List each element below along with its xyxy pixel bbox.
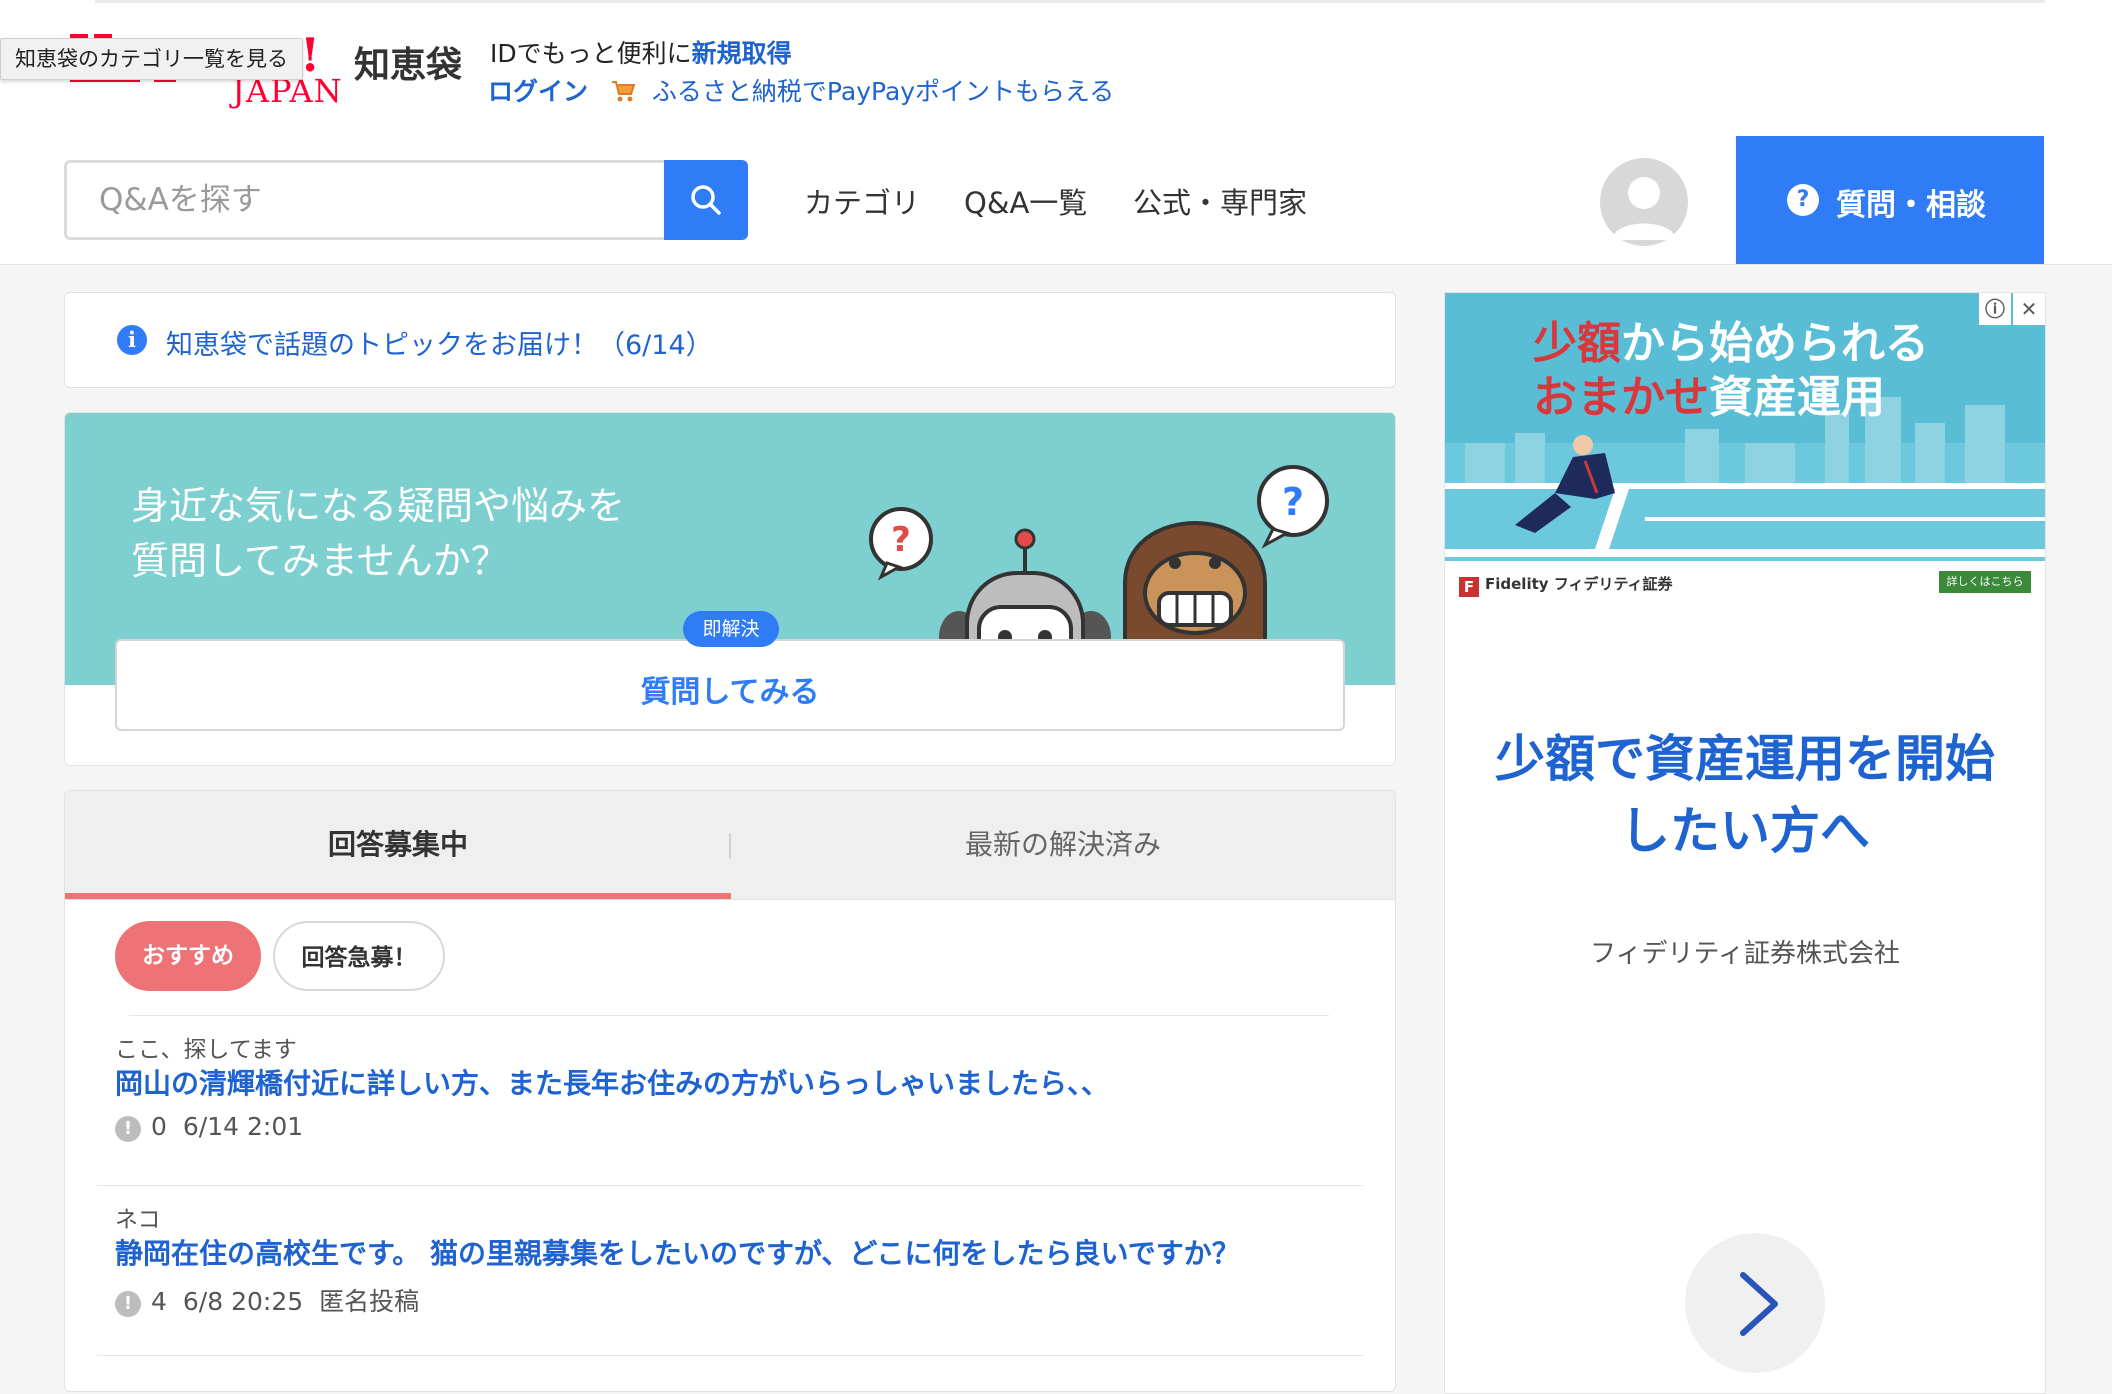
ad-title[interactable]: 少額で資産運用を開始 したい方へ bbox=[1445, 723, 2045, 867]
tab-active-indicator bbox=[65, 893, 731, 899]
question-category[interactable]: ここ、探してます bbox=[115, 1030, 297, 1064]
nav-bar: カテゴリ Q&A一覧 公式・専門家 ? 質問・相談 bbox=[0, 136, 2112, 265]
login-link[interactable]: ログイン bbox=[488, 77, 588, 106]
question-meta: ! 4 6/8 20:25 匿名投稿 bbox=[115, 1282, 419, 1318]
cart-icon bbox=[610, 78, 636, 104]
ad-headline-rest-1: から始められる bbox=[1621, 318, 1929, 369]
question-meta: ! 0 6/14 2:01 bbox=[115, 1112, 303, 1142]
qa-list-card: 回答募集中 最新の解決済み おすすめ 回答急募！ ここ、探してます 岡山の清輝橋… bbox=[64, 790, 1396, 1392]
furusato-link[interactable]: ふるさと納税でPayPayポイントもらえる bbox=[652, 77, 1114, 106]
avatar[interactable] bbox=[1600, 158, 1688, 246]
nav-category[interactable]: カテゴリ bbox=[804, 180, 920, 222]
ad-brand-text: Fidelity フィデリティ証券 bbox=[1485, 575, 1673, 593]
signup-link[interactable]: 新規取得 bbox=[692, 39, 792, 68]
qa-tabs: 回答募集中 最新の解決済み bbox=[65, 791, 1395, 900]
login-row: ログイン ふるさと納税でPayPayポイントもらえる bbox=[488, 72, 1114, 108]
category-tooltip: 知恵袋のカテゴリ一覧を見る bbox=[0, 38, 303, 80]
anonymous-label: 匿名投稿 bbox=[319, 1287, 420, 1316]
question-date: 6/8 20:25 bbox=[182, 1287, 304, 1316]
question-category[interactable]: ネコ bbox=[115, 1200, 161, 1234]
user-icon bbox=[1612, 177, 1676, 240]
svg-text:?: ? bbox=[891, 520, 911, 560]
tab-open-questions[interactable]: 回答募集中 bbox=[65, 791, 731, 899]
id-promo-text: IDでもっと便利に bbox=[490, 39, 692, 68]
question-title[interactable]: 静岡在住の高校生です。 猫の里親募集をしたいのですが、どこに何をしたら良いですか… bbox=[115, 1232, 1240, 1272]
search-button[interactable] bbox=[664, 160, 748, 240]
item-divider bbox=[97, 1355, 1363, 1356]
ad-headline-red-2: おまかせ bbox=[1533, 372, 1709, 423]
try-asking-label: 質問してみる bbox=[640, 675, 820, 710]
ad-info-icon[interactable]: ⓘ bbox=[1979, 293, 2011, 325]
chevron-right-icon bbox=[1740, 1272, 1778, 1336]
chip-urgent[interactable]: 回答急募！ bbox=[273, 921, 445, 991]
instant-solve-badge: 即解決 bbox=[683, 611, 779, 647]
nav-qa-list[interactable]: Q&A一覧 bbox=[964, 180, 1087, 222]
info-icon: i bbox=[117, 325, 147, 355]
notice-link[interactable]: 知恵袋で話題のトピックをお届け！（6/14） bbox=[166, 323, 713, 362]
nav-official-experts[interactable]: 公式・専門家 bbox=[1133, 180, 1307, 222]
svg-text:?: ? bbox=[1282, 480, 1304, 524]
ad-close-icon[interactable]: ✕ bbox=[2013, 293, 2045, 325]
ad-company: フィデリティ証券株式会社 bbox=[1590, 939, 1900, 969]
search-box bbox=[64, 160, 748, 240]
search-icon bbox=[691, 185, 721, 215]
chiebukuro-logo[interactable]: 知恵袋 bbox=[354, 36, 462, 88]
answer-count: 4 bbox=[151, 1287, 167, 1316]
hero-text: 身近な気になる疑問や悩みを 質問してみませんか？ bbox=[131, 484, 626, 583]
answer-count: 0 bbox=[151, 1112, 167, 1141]
ad-brand: F Fidelity フィデリティ証券 bbox=[1459, 573, 1673, 597]
question-title[interactable]: 岡山の清輝橋付近に詳しい方、また長年お住みの方がいらっしゃいましたら、、 bbox=[115, 1062, 1109, 1102]
ad-headline: 少額から始められる おまかせ資産運用 bbox=[1533, 317, 1929, 425]
tab-latest-resolved[interactable]: 最新の解決済み bbox=[731, 791, 1395, 899]
chip-recommended[interactable]: おすすめ bbox=[115, 921, 261, 991]
top-header: ! JAPAN 知恵袋 知恵袋のカテゴリ一覧を見る IDでもっと便利に新規取得 … bbox=[0, 0, 2112, 137]
notice-card: i 知恵袋で話題のトピックをお届け！（6/14） bbox=[64, 292, 1396, 388]
fidelity-logo-icon: F bbox=[1459, 577, 1479, 597]
robot-question-bubble-icon: ? bbox=[869, 507, 933, 581]
mascot-illustration: ? ? bbox=[869, 465, 1329, 673]
list-item[interactable]: ここ、探してます 岡山の清輝橋付近に詳しい方、また長年お住みの方がいらっしゃいま… bbox=[97, 1016, 1363, 1186]
answer-count-icon: ! bbox=[115, 1116, 141, 1142]
list-item[interactable]: ネコ 静岡在住の高校生です。 猫の里親募集をしたいのですが、どこに何をしたら良い… bbox=[97, 1186, 1363, 1356]
ask-question-label: 質問・相談 bbox=[1836, 188, 1986, 223]
search-input[interactable] bbox=[64, 160, 664, 240]
advertisement[interactable]: 少額から始められる おまかせ資産運用 ⓘ ✕ F Fidelity フィデリティ証券… bbox=[1444, 292, 2046, 1394]
question-date: 6/14 2:01 bbox=[182, 1112, 304, 1141]
ad-headline-red-1: 少額 bbox=[1533, 318, 1621, 369]
gorilla-question-bubble-icon: ? bbox=[1257, 465, 1329, 549]
try-asking-button[interactable]: 質問してみる bbox=[115, 639, 1345, 731]
top-line bbox=[95, 0, 2045, 3]
ad-banner-image[interactable]: 少額から始められる おまかせ資産運用 ⓘ ✕ bbox=[1445, 293, 2045, 561]
ad-details-button[interactable]: 詳しくはこちら bbox=[1939, 571, 2031, 593]
id-promo: IDでもっと便利に新規取得 bbox=[490, 34, 792, 70]
question-icon: ? bbox=[1787, 184, 1819, 216]
ad-next-button[interactable] bbox=[1685, 1233, 1825, 1373]
ad-headline-rest-2: 資産運用 bbox=[1709, 372, 1885, 423]
answer-count-icon: ! bbox=[115, 1291, 141, 1317]
ask-hero-card: 身近な気になる疑問や悩みを 質問してみませんか？ ? ? 質問してみる 即解決 bbox=[64, 412, 1396, 766]
ask-question-button[interactable]: ? 質問・相談 bbox=[1736, 136, 2044, 264]
